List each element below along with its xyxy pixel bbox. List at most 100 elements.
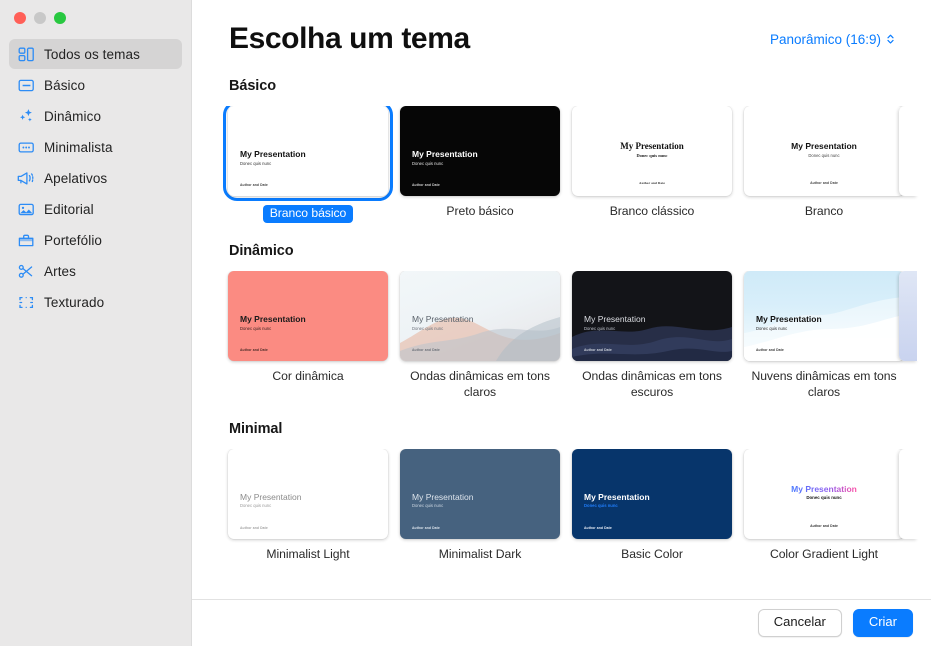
sidebar-item-portefolio[interactable]: Portefólio [9, 225, 182, 255]
theme-name: Ondas dinâmicas em tons escuros [582, 368, 722, 399]
theme-card-minimalist-dark[interactable]: My Presentation Donec quis nunc Author a… [394, 448, 566, 563]
theme-thumbnail[interactable]: My Presentation Donec quis nunc Author a… [572, 106, 732, 196]
sidebar-item-dinamico[interactable]: Dinâmico [9, 101, 182, 131]
slide-footer: Author and Date [756, 347, 784, 352]
theme-name: Branco [804, 204, 844, 218]
slide-subtitle: Donec quis nunc [808, 152, 840, 158]
sidebar-item-artes[interactable]: Artes [9, 256, 182, 286]
slide-icon [17, 76, 35, 94]
slide-subtitle: Donec quis nunc [412, 503, 444, 509]
theme-row: My Presentation Donec quis nunc Author a… [192, 270, 931, 401]
theme-thumbnail-partial[interactable] [899, 270, 917, 361]
photo-icon [17, 200, 35, 218]
scissors-icon [17, 262, 35, 280]
slide-title: My Presentation [756, 313, 822, 324]
theme-name: Nuvens dinâmicas em tons claros [751, 368, 897, 399]
theme-section-dinamico: Dinâmico My Presentation Donec quis nunc… [192, 243, 931, 401]
sidebar-item-apelativos[interactable]: Apelativos [9, 163, 182, 193]
theme-scroll-area[interactable]: Básico My Presentation Donec quis nunc A… [192, 78, 931, 599]
close-window-button[interactable] [14, 12, 26, 24]
theme-thumbnail[interactable]: My Presentation Donec quis nunc Author a… [572, 270, 732, 361]
sidebar-item-label: Todos os temas [44, 46, 140, 62]
sidebar-item-label: Editorial [44, 201, 94, 217]
slide-title: My Presentation [791, 483, 857, 494]
theme-thumbnail[interactable]: My Presentation Donec quis nunc Author a… [228, 448, 388, 539]
theme-name: Color Gradient Light [769, 546, 879, 561]
slide-footer: Author and Date [810, 181, 838, 185]
slide-title: My Presentation [584, 313, 646, 324]
theme-row: My Presentation Donec quis nunc Author a… [192, 448, 931, 563]
theme-card-minimalist-light[interactable]: My Presentation Donec quis nunc Author a… [222, 448, 394, 563]
theme-card-cor-dinamica[interactable]: My Presentation Donec quis nunc Author a… [222, 270, 394, 401]
page-title: Escolha um tema [229, 22, 470, 55]
theme-card-preto-basico[interactable]: My Presentation Donec quis nunc Author a… [394, 106, 566, 223]
theme-name: Ondas dinâmicas em tons claros [410, 368, 550, 399]
sidebar-item-label: Portefólio [44, 232, 103, 248]
row-edge-fade [917, 106, 931, 196]
theme-section-basico: Básico My Presentation Donec quis nunc A… [192, 78, 931, 223]
theme-card-ondas-escuras[interactable]: My Presentation Donec quis nunc Author a… [566, 270, 738, 401]
theme-card-nuvens-claras[interactable]: My Presentation Donec quis nunc Author a… [738, 270, 910, 401]
sidebar-category-list: Todos os temas Básico Dinâmico Minimalis… [0, 39, 191, 317]
row-edge-fade [917, 448, 931, 539]
theme-name: Basic Color [621, 546, 683, 561]
main-panel: Escolha um tema Panorâmico (16:9) Básico [191, 0, 931, 646]
theme-chooser-window: Todos os temas Básico Dinâmico Minimalis… [0, 0, 931, 646]
theme-card-color-gradient-light[interactable]: My Presentation Donec quis nunc Author a… [738, 448, 910, 563]
slide-footer: Author and Date [810, 523, 838, 528]
theme-row: My Presentation Donec quis nunc Author a… [192, 106, 931, 223]
slide-title: My Presentation [240, 313, 306, 324]
theme-thumbnail-partial[interactable] [899, 106, 917, 196]
slide-title: My Presentation [791, 141, 857, 151]
cancel-button[interactable]: Cancelar [757, 609, 842, 637]
theme-thumbnail[interactable]: My Presentation Donec quis nunc Author a… [744, 106, 904, 196]
theme-card-branco-basico[interactable]: My Presentation Donec quis nunc Author a… [222, 106, 394, 223]
theme-card-branco[interactable]: My Presentation Donec quis nunc Author a… [738, 106, 910, 223]
minimize-window-button[interactable] [34, 12, 46, 24]
caption-icon [17, 138, 35, 156]
theme-thumbnail-partial[interactable] [899, 448, 917, 539]
theme-name: Cor dinâmica [272, 368, 344, 383]
sidebar-item-label: Básico [44, 77, 86, 93]
sidebar-item-basico[interactable]: Básico [9, 70, 182, 100]
theme-thumbnail[interactable]: My Presentation Donec quis nunc Author a… [228, 270, 388, 361]
theme-thumbnail[interactable]: My Presentation Donec quis nunc Author a… [572, 448, 732, 539]
zoom-window-button[interactable] [54, 12, 66, 24]
section-title: Minimal [229, 420, 283, 437]
sidebar-item-editorial[interactable]: Editorial [9, 194, 182, 224]
create-button[interactable]: Criar [852, 609, 913, 637]
grid-icon [17, 45, 35, 63]
slide-subtitle: Donec quis nunc [240, 160, 272, 166]
theme-thumbnail[interactable]: My Presentation Donec quis nunc Author a… [744, 448, 904, 539]
theme-card-basic-color[interactable]: My Presentation Donec quis nunc Author a… [566, 448, 738, 563]
slide-title: My Presentation [240, 491, 302, 502]
theme-name: Minimalist Light [266, 546, 350, 561]
sidebar-item-texturado[interactable]: Texturado [9, 287, 182, 317]
theme-thumbnail[interactable]: My Presentation Donec quis nunc Author a… [744, 270, 904, 361]
theme-thumbnail[interactable]: My Presentation Donec quis nunc Author a… [400, 106, 560, 196]
slide-subtitle: Donec quis nunc [584, 325, 616, 331]
slide-subtitle: Donec quis nunc [240, 503, 272, 509]
sidebar-item-label: Artes [44, 263, 77, 279]
slide-title: My Presentation [584, 491, 650, 502]
theme-card-ondas-claras[interactable]: My Presentation Donec quis nunc Author a… [394, 270, 566, 401]
window-controls [0, 0, 191, 32]
theme-thumbnail[interactable]: My Presentation Donec quis nunc Author a… [223, 106, 393, 201]
aspect-ratio-selector[interactable]: Panorâmico (16:9) [770, 32, 895, 47]
theme-thumbnail[interactable]: My Presentation Donec quis nunc Author a… [400, 270, 560, 361]
theme-name: Minimalist Dark [438, 546, 522, 561]
slide-footer: Author and Date [639, 181, 665, 185]
sidebar-item-todos-os-temas[interactable]: Todos os temas [9, 39, 182, 69]
theme-section-minimal: Minimal My Presentation Donec quis nunc … [192, 421, 931, 563]
theme-thumbnail[interactable]: My Presentation Donec quis nunc Author a… [400, 448, 560, 539]
slide-title: My Presentation [412, 313, 474, 324]
section-title: Básico [229, 78, 276, 94]
theme-card-branco-classico[interactable]: My Presentation Donec quis nunc Author a… [566, 106, 738, 223]
theme-name: Branco clássico [609, 204, 695, 218]
slide-footer: Author and Date [412, 183, 440, 187]
sidebar-item-minimalista[interactable]: Minimalista [9, 132, 182, 162]
slide-title: My Presentation [620, 141, 684, 151]
slide-subtitle: Donec quis nunc [412, 160, 444, 166]
slide-subtitle: Donec quis nunc [636, 153, 668, 159]
aspect-ratio-label: Panorâmico (16:9) [769, 31, 881, 47]
